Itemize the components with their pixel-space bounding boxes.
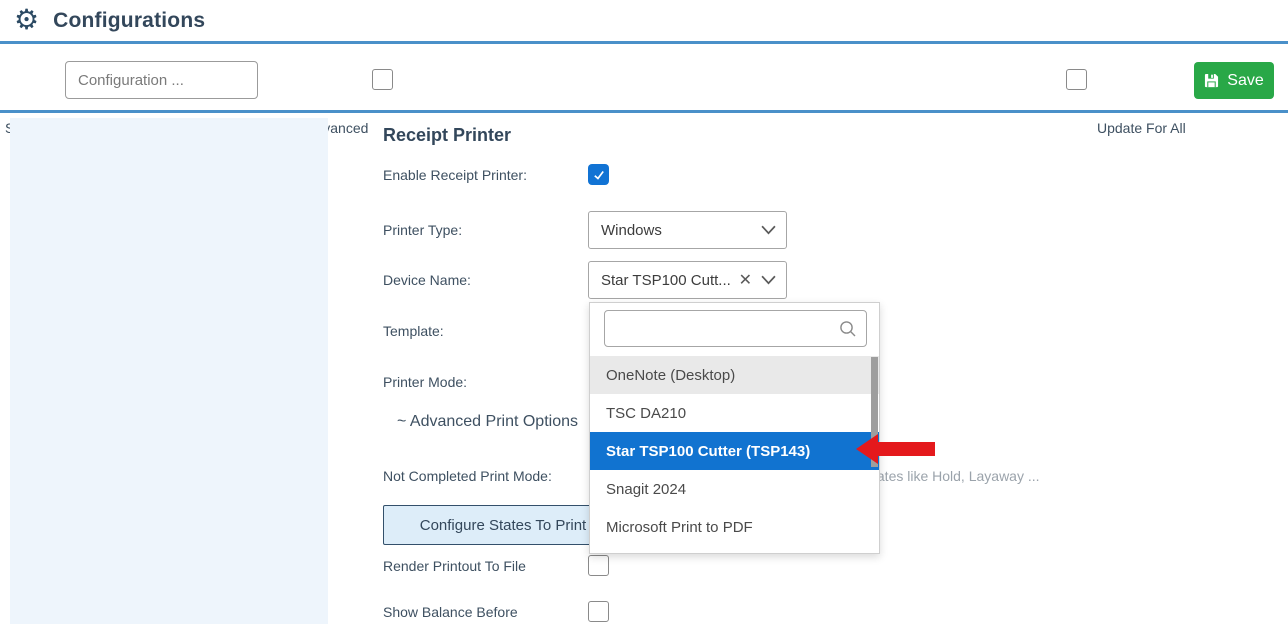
page-title: Configurations [53,9,205,33]
dropdown-option[interactable]: TSC DA210 [590,394,879,432]
dropdown-option[interactable]: OneNote (Desktop) [590,356,879,394]
show-balance-before-label: Show Balance Before [383,604,518,620]
section-title: Receipt Printer [383,125,511,146]
device-name-label: Device Name: [383,272,471,288]
save-floppy-icon [1204,73,1219,88]
save-button-label: Save [1227,72,1263,90]
device-name-value: Star TSP100 Cutt... [601,272,739,289]
printer-mode-label: Printer Mode: [383,374,467,390]
configure-states-to-print-button[interactable]: Configure States To Print [383,505,623,545]
page-body: Receipt Printer Enable Receipt Printer: … [0,116,1288,624]
template-label: Template: [383,323,444,339]
not-completed-print-mode-label: Not Completed Print Mode: [383,468,552,484]
enable-receipt-printer-label: Enable Receipt Printer: [383,167,527,183]
dropdown-option[interactable]: Microsoft Print to PDF [590,508,879,546]
checkmark-icon [592,168,606,182]
enable-receipt-printer-checkbox[interactable] [588,164,609,185]
not-completed-hint-text: tates like Hold, Layaway ... [873,468,1040,484]
device-name-combobox[interactable]: Star TSP100 Cutt... ✕ [588,261,787,299]
dropdown-option-selected[interactable]: Star TSP100 Cutter (TSP143) [590,432,879,470]
page-header: ⚙ Configurations [0,0,1288,44]
gear-icon: ⚙ [14,6,39,34]
red-arrow-body [877,442,935,456]
render-printout-to-file-checkbox[interactable] [588,555,609,576]
update-for-all-checkbox[interactable] [1066,69,1087,90]
clear-selection-icon[interactable]: ✕ [739,270,752,290]
device-name-dropdown-panel: OneNote (Desktop) TSC DA210 Star TSP100 … [589,302,880,554]
printer-type-select[interactable]: Windows [588,211,787,249]
config-sidebar [10,118,328,624]
save-button[interactable]: Save [1194,62,1274,99]
chevron-down-icon [761,225,776,235]
dropdown-options-list: OneNote (Desktop) TSC DA210 Star TSP100 … [590,356,879,546]
advanced-print-options-toggle[interactable]: ~ Advanced Print Options [397,413,578,431]
printer-type-label: Printer Type: [383,222,462,238]
show-balance-before-checkbox[interactable] [588,601,609,622]
show-advanced-checkbox[interactable] [372,69,393,90]
search-input[interactable] [65,61,258,99]
printer-type-value: Windows [601,222,761,239]
toolbar: Search: Show Advanced Update For All Sav… [0,47,1288,113]
chevron-down-icon [761,275,776,285]
dropdown-search-input[interactable] [604,310,867,347]
red-arrow-icon [856,434,878,464]
configurations-page: ⚙ Configurations Search: Show Advanced U… [0,0,1288,624]
dropdown-option[interactable]: Snagit 2024 [590,470,879,508]
render-printout-to-file-label: Render Printout To File [383,558,526,574]
search-icon [838,319,858,344]
